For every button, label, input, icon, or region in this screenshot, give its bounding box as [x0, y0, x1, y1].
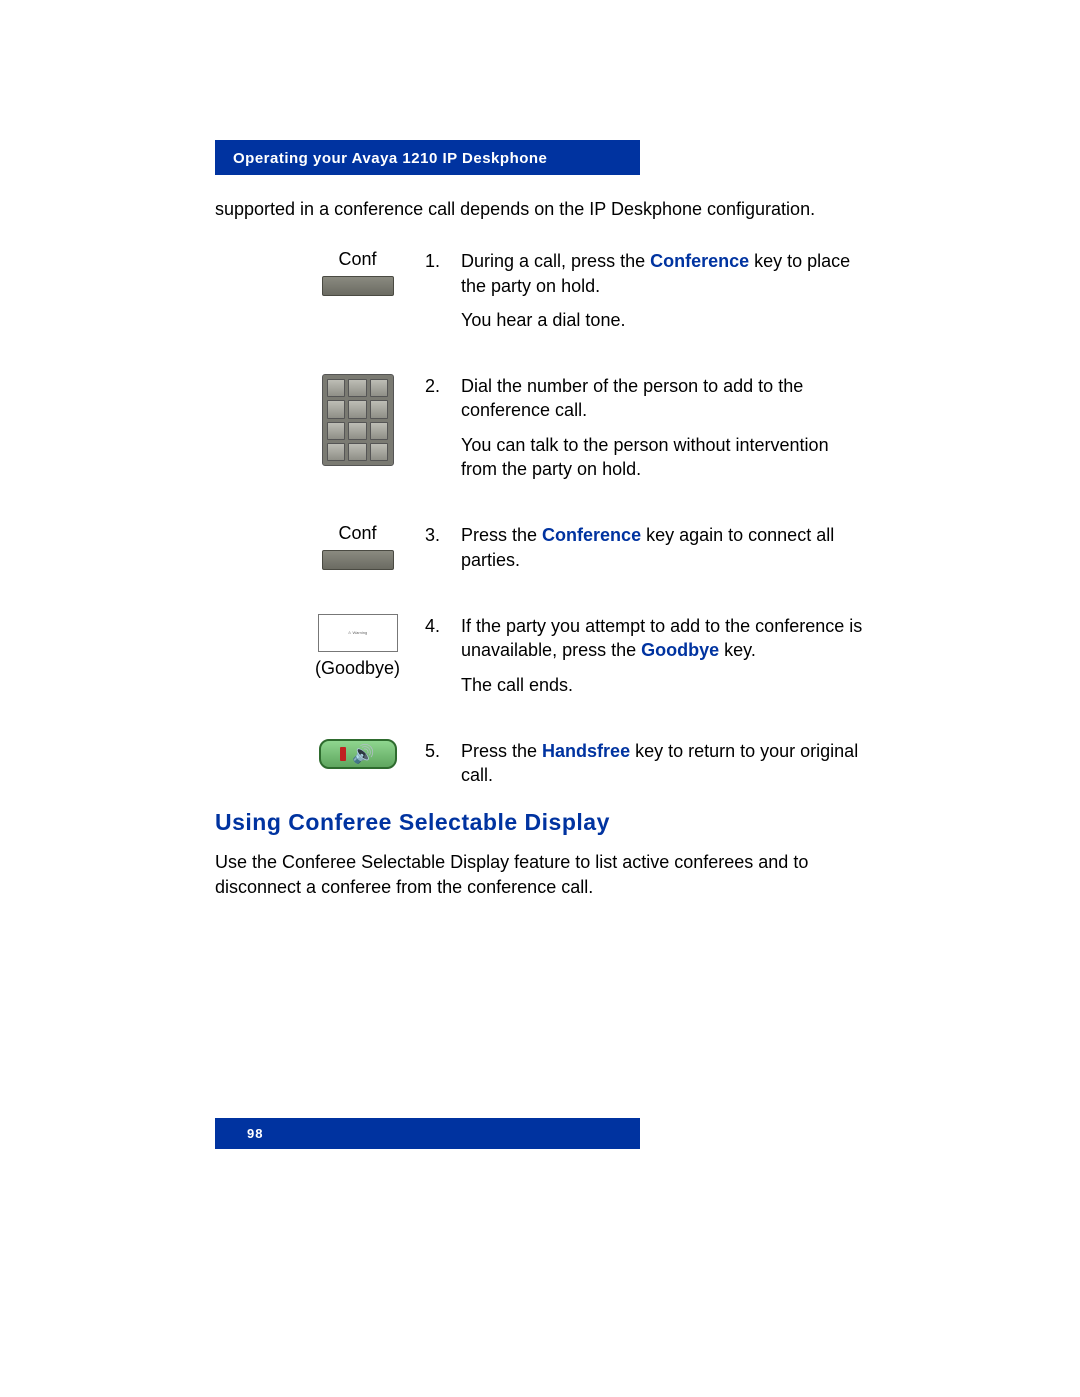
step-text: 1. During a call, press the Conference k… [425, 249, 865, 332]
goodbye-label: (Goodbye) [290, 658, 425, 679]
step-text: 4. If the party you attempt to add to th… [425, 614, 865, 697]
softkey-label: Conf [290, 249, 425, 270]
step-row: Conf 1. During a call, press the Confere… [290, 249, 865, 332]
speaker-icon: 🔊 [352, 745, 374, 763]
page-footer: 98 [215, 1118, 640, 1149]
step-note: The call ends. [461, 673, 865, 697]
page-number: 98 [247, 1126, 263, 1141]
step-text: 2. Dial the number of the person to add … [425, 374, 865, 481]
page-header: Operating your Avaya 1210 IP Deskphone [215, 140, 640, 175]
steps-list: Conf 1. During a call, press the Confere… [290, 249, 865, 787]
step-icon-column: Conf [290, 523, 425, 570]
softkey-icon [322, 550, 394, 570]
step-row: ⚠ Warning (Goodbye) 4. If the party you … [290, 614, 865, 697]
led-icon [340, 747, 346, 761]
section-body: Use the Conferee Selectable Display feat… [215, 850, 855, 899]
step-body: During a call, press the Conference key … [461, 249, 865, 298]
step-body: Press the Conference key again to connec… [461, 523, 865, 572]
step-body: If the party you attempt to add to the c… [461, 614, 865, 663]
step-icon-column: 🔊 [290, 739, 425, 769]
conference-key-ref: Conference [650, 251, 749, 271]
step-row: 2. Dial the number of the person to add … [290, 374, 865, 481]
softkey-label: Conf [290, 523, 425, 544]
step-note: You can talk to the person without inter… [461, 433, 865, 482]
step-row: Conf 3. Press the Conference key again t… [290, 523, 865, 572]
step-number: 1. [425, 249, 447, 298]
step-icon-column: ⚠ Warning (Goodbye) [290, 614, 425, 679]
document-page: Operating your Avaya 1210 IP Deskphone s… [215, 140, 865, 899]
goodbye-key-ref: Goodbye [641, 640, 719, 660]
step-number: 4. [425, 614, 447, 663]
handsfree-key-ref: Handsfree [542, 741, 630, 761]
handsfree-icon: 🔊 [319, 739, 397, 769]
step-number: 5. [425, 739, 447, 788]
conference-key-ref: Conference [542, 525, 641, 545]
intro-paragraph: supported in a conference call depends o… [215, 197, 855, 221]
header-title: Operating your Avaya 1210 IP Deskphone [233, 150, 547, 167]
keypad-icon [322, 374, 394, 466]
step-text: 5. Press the Handsfree key to return to … [425, 739, 865, 788]
step-text: 3. Press the Conference key again to con… [425, 523, 865, 572]
step-row: 🔊 5. Press the Handsfree key to return t… [290, 739, 865, 788]
step-icon-column [290, 374, 425, 466]
softkey-icon [322, 276, 394, 296]
step-icon-column: Conf [290, 249, 425, 296]
step-body: Dial the number of the person to add to … [461, 374, 865, 423]
step-number: 2. [425, 374, 447, 423]
section-heading: Using Conferee Selectable Display [215, 809, 865, 836]
warning-card-icon: ⚠ Warning [318, 614, 398, 652]
step-body: Press the Handsfree key to return to you… [461, 739, 865, 788]
step-note: You hear a dial tone. [461, 308, 865, 332]
step-number: 3. [425, 523, 447, 572]
